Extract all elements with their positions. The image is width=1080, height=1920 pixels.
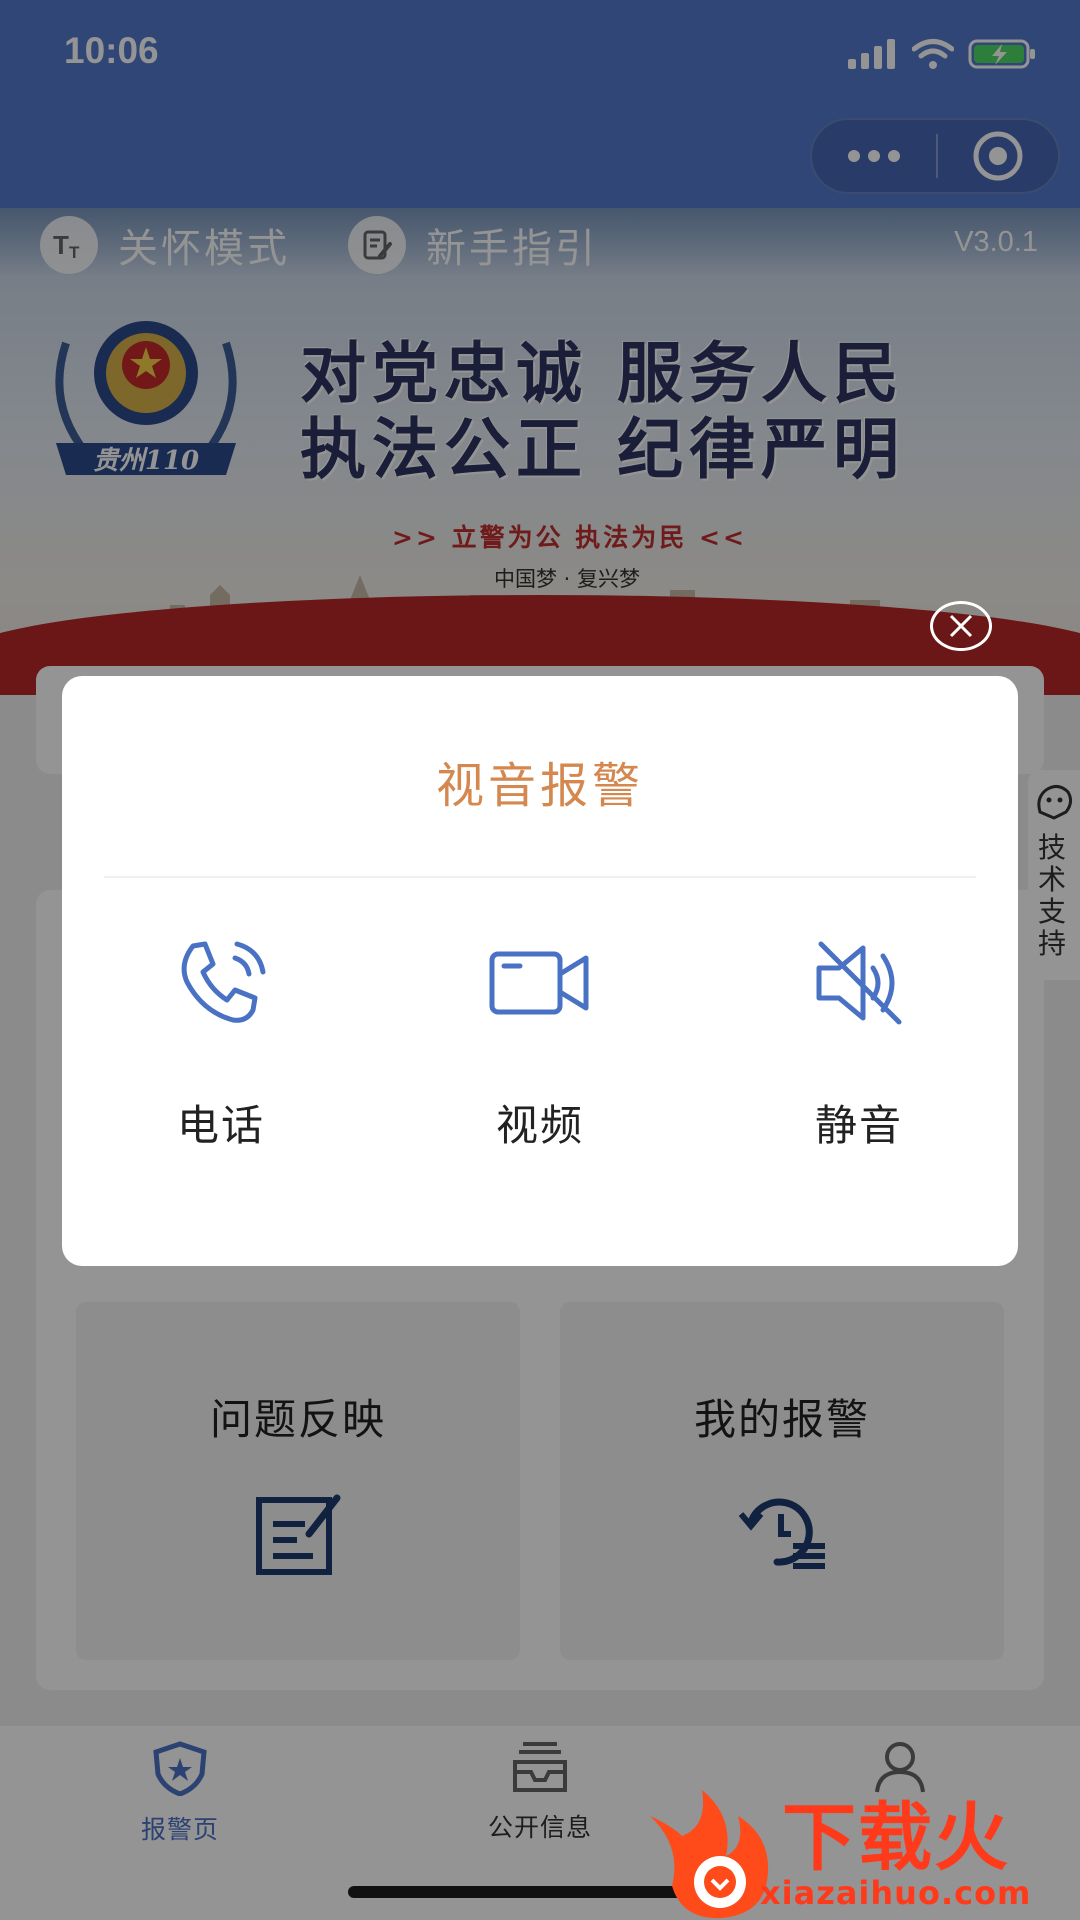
mute-label: 静音: [814, 1101, 903, 1150]
watermark: 下载火 xiazaihuo.com: [642, 1776, 1080, 1920]
watermark-brand: 下载火: [782, 1795, 1010, 1881]
av-alarm-dialog: 视音报警 电话 视频 静音: [62, 676, 1018, 1266]
mute-icon: [816, 941, 902, 1025]
phone-call-icon: [181, 941, 266, 1023]
watermark-url: xiazaihuo.com: [760, 1874, 1032, 1912]
video-option[interactable]: 视频: [440, 938, 640, 1153]
phone-call-label: 电话: [176, 1101, 265, 1150]
dialog-title: 视音报警: [435, 758, 644, 814]
video-label: 视频: [495, 1101, 584, 1150]
close-icon: [949, 614, 973, 638]
mute-option[interactable]: 静音: [759, 938, 959, 1153]
modal-close-button[interactable]: [930, 601, 992, 651]
dialog-divider: [104, 876, 976, 878]
video-camera-icon: [489, 951, 589, 1015]
phone-call-option[interactable]: 电话: [121, 938, 321, 1153]
